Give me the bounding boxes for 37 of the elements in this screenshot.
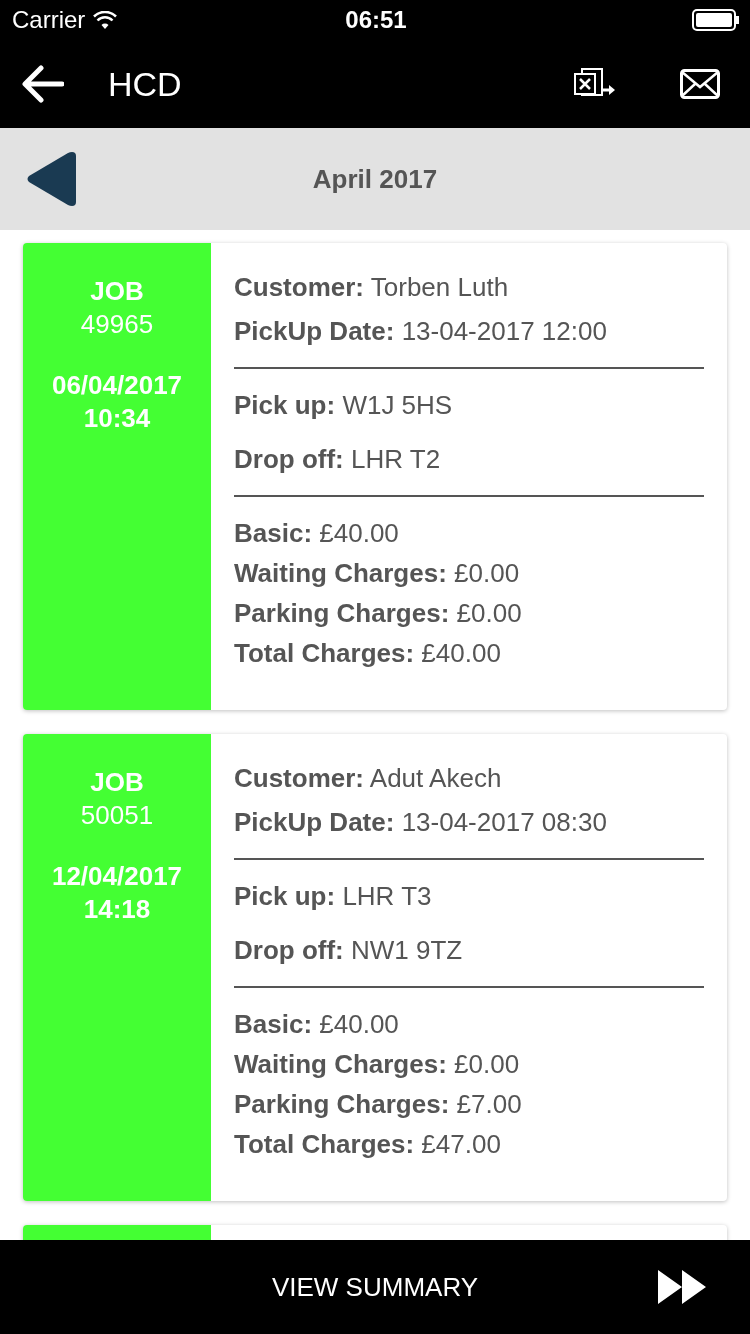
job-detail-line: Customer: Adut Akech: [234, 762, 503, 794]
job-card[interactable]: JOB 49965 06/04/2017 10:34 Customer: Torben Luth PickUp Date: 13-04-2017 12:00 Pick up: W1J 5HS Drop off: LHR T2 Basic: £40.00 Waiting Charges: £0.00 Parking Charges: £0.00 Total Charges: £40.00: [23, 243, 727, 710]
job-detail-line: Waiting Charges: £0.00: [234, 1048, 521, 1080]
job-time: 10:34: [83, 402, 151, 435]
job-detail-line: Pick up: W1J 5HS: [234, 389, 454, 421]
job-detail-line: Waiting Charges: £0.00: [234, 557, 521, 589]
mail-button[interactable]: [680, 69, 720, 99]
job-detail-line: Parking Charges: £0.00: [234, 597, 523, 629]
clock-time: 06:51: [345, 6, 407, 34]
job-time: 14:18: [83, 893, 151, 926]
job-detail-line: Pick up: LHR T3: [234, 880, 433, 912]
job-detail-line: Drop off: NW1 9TZ: [234, 934, 464, 966]
back-button[interactable]: [22, 65, 64, 103]
screen-title: HCD: [108, 64, 183, 104]
job-detail-line: Drop off: LHR T2: [234, 443, 442, 475]
job-detail-line: Basic: £40.00: [234, 1008, 400, 1040]
view-summary-button[interactable]: VIEW SUMMARY: [265, 1270, 485, 1304]
carrier-label: Carrier: [12, 6, 86, 34]
battery-icon: [692, 9, 740, 31]
job-heading: JOB: [90, 275, 144, 308]
job-detail-line: PickUp Date: 13-04-2017 12:00: [234, 315, 608, 347]
job-detail-line: Basic: £40.00: [234, 517, 400, 549]
job-heading: JOB: [90, 766, 144, 799]
job-number: 49965: [80, 308, 154, 341]
fast-forward-button[interactable]: [658, 1270, 706, 1304]
job-date: 12/04/2017: [51, 860, 183, 893]
job-detail-line: Total Charges: £47.00: [234, 1128, 502, 1160]
month-title: April 2017: [311, 163, 439, 195]
job-detail-line: PickUp Date: 13-04-2017 08:30: [234, 806, 608, 838]
job-date: 06/04/2017: [51, 369, 183, 402]
job-detail-line: Total Charges: £40.00: [234, 637, 502, 669]
job-number: 50051: [80, 799, 154, 832]
wifi-icon: [93, 11, 118, 29]
job-card[interactable]: JOB 50051 12/04/2017 14:18 Customer: Adut Akech PickUp Date: 13-04-2017 08:30 Pick up: LHR T3 Drop off: NW1 9TZ Basic: £40.00 Waiting Charges: £0.00 Parking Charges: £7.00 Total Charges: £47.00: [23, 734, 727, 1201]
job-detail-line: Customer: Torben Luth: [234, 271, 510, 303]
previous-month-button[interactable]: [26, 150, 76, 208]
job-detail-line: Parking Charges: £7.00: [234, 1088, 523, 1120]
